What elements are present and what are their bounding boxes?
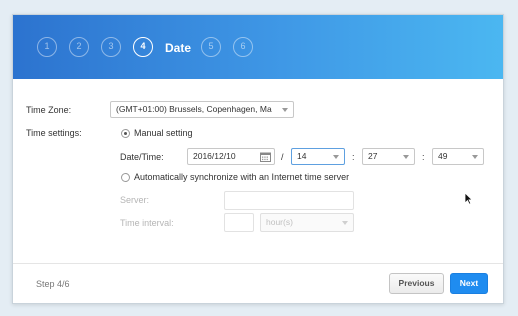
calendar-icon[interactable] (260, 152, 271, 162)
timezone-select[interactable]: (GMT+01:00) Brussels, Copenhagen, Ma (110, 101, 294, 118)
time-interval-input[interactable] (224, 213, 254, 232)
second-select[interactable]: 49 (432, 148, 484, 165)
interval-unit-value: hour(s) (266, 217, 293, 227)
chevron-down-icon (342, 221, 348, 225)
auto-sync-label: Automatically synchronize with an Intern… (134, 172, 350, 182)
step-progress-text: Step 4/6 (36, 279, 70, 289)
server-label: Server: (120, 195, 150, 205)
step-5-indicator: 5 (201, 37, 221, 57)
interval-unit-select[interactable]: hour(s) (260, 213, 354, 232)
hour-value: 14 (297, 151, 307, 161)
date-time-separator: / (281, 152, 284, 162)
chevron-down-icon (403, 155, 409, 159)
date-value: 2016/12/10 (193, 151, 236, 161)
hour-minute-separator: : (352, 152, 355, 162)
chevron-down-icon (472, 155, 478, 159)
time-settings-label: Time settings: (26, 128, 82, 138)
chevron-down-icon (282, 108, 288, 112)
timezone-value: (GMT+01:00) Brussels, Copenhagen, Ma (116, 104, 272, 114)
timezone-label: Time Zone: (26, 105, 72, 115)
minute-value: 27 (368, 151, 378, 161)
step-3-indicator[interactable]: 3 (101, 37, 121, 57)
step-6-indicator: 6 (233, 37, 253, 57)
step-4-indicator: 4 (133, 37, 153, 57)
server-input[interactable] (224, 191, 354, 210)
minute-select[interactable]: 27 (362, 148, 415, 165)
chevron-down-icon (333, 155, 339, 159)
step-1-indicator[interactable]: 1 (37, 37, 57, 57)
setup-wizard-dialog: 1 2 3 4 Date 5 6 Time Zone: (GMT+01:00) … (12, 14, 504, 304)
manual-setting-label: Manual setting (134, 128, 193, 138)
manual-setting-radio[interactable] (121, 129, 130, 138)
step-2-indicator[interactable]: 2 (69, 37, 89, 57)
wizard-header-banner: 1 2 3 4 Date 5 6 (13, 15, 503, 79)
mouse-pointer-icon (464, 192, 473, 205)
auto-sync-radio[interactable] (121, 173, 130, 182)
second-value: 49 (438, 151, 448, 161)
time-interval-label: Time interval: (120, 218, 174, 228)
date-input[interactable]: 2016/12/10 (187, 148, 275, 165)
hour-select[interactable]: 14 (291, 148, 345, 165)
datetime-label: Date/Time: (120, 152, 164, 162)
minute-second-separator: : (422, 152, 425, 162)
current-step-title: Date (165, 41, 192, 55)
next-button[interactable]: Next (450, 273, 488, 294)
previous-button[interactable]: Previous (389, 273, 444, 294)
wizard-footer: Step 4/6 Previous Next (13, 263, 503, 304)
